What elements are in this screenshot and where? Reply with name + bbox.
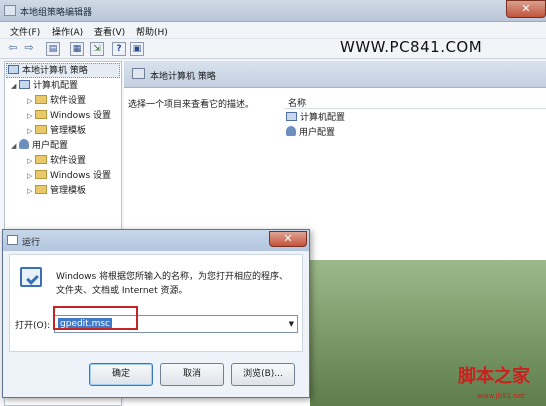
show-tree-icon[interactable]: ▤	[46, 42, 60, 56]
policy-icon	[132, 68, 145, 79]
tree-item-software[interactable]: ▷ 软件设置	[27, 154, 86, 168]
browse-button[interactable]: 浏览(B)...	[231, 363, 295, 386]
menu-action[interactable]: 操作(A)	[52, 25, 83, 38]
folder-icon	[35, 170, 47, 179]
tree-computer-config[interactable]: ◢ 计算机配置	[11, 79, 78, 93]
ok-button[interactable]: 确定	[89, 363, 153, 386]
view-icon[interactable]: ▣	[130, 42, 144, 56]
collapse-icon[interactable]: ◢	[11, 139, 19, 153]
tree-root-label: 本地计算机 策略	[22, 66, 88, 76]
tree-item-templates[interactable]: ▷ 管理模板	[27, 124, 86, 138]
menu-file[interactable]: 文件(F)	[10, 25, 40, 38]
menu-help[interactable]: 帮助(H)	[136, 25, 168, 38]
right-pane-title: 本地计算机 策略	[150, 72, 216, 82]
tree-label: 软件设置	[50, 96, 87, 106]
run-content: Windows 将根据您所输入的名称，为您打开相应的程序、文件夹、文档或 Int…	[9, 254, 303, 352]
forward-arrow-icon[interactable]: ⇨	[22, 42, 36, 56]
expand-icon[interactable]: ▷	[27, 154, 35, 168]
column-header[interactable]: 名称	[284, 94, 546, 109]
app-icon	[4, 5, 16, 16]
menu-view[interactable]: 查看(V)	[94, 25, 125, 38]
run-dialog: 运行 ✕ Windows 将根据您所输入的名称，为您打开相应的程序、文件夹、文档…	[2, 229, 310, 398]
folder-icon	[35, 110, 47, 119]
folder-icon	[35, 95, 47, 104]
computer-icon	[8, 65, 19, 74]
folder-icon	[35, 155, 47, 164]
run-program-icon	[20, 267, 42, 287]
expand-icon[interactable]: ▷	[27, 124, 35, 138]
dropdown-arrow-icon[interactable]: ▼	[289, 320, 294, 328]
right-pane-header: 本地计算机 策略	[124, 61, 546, 88]
list-item[interactable]: 用户配置	[286, 126, 335, 140]
menu-bar: 文件(F) 操作(A) 查看(V) 帮助(H)	[0, 22, 546, 39]
tree-user-config[interactable]: ◢ 用户配置	[11, 139, 68, 153]
user-icon	[19, 139, 29, 149]
site-logo-url: www.jb51.net	[477, 392, 525, 400]
help-icon[interactable]: ?	[112, 42, 126, 56]
title-bar: 本地组策略编辑器 ✕	[0, 0, 546, 22]
tree-item-templates[interactable]: ▷ 管理模板	[27, 184, 86, 198]
close-button[interactable]: ✕	[506, 0, 546, 18]
window-title: 本地组策略编辑器	[20, 8, 93, 18]
tree-item-windows[interactable]: ▷ Windows 设置	[27, 169, 111, 183]
description-hint: 选择一个项目来查看它的描述。	[128, 100, 255, 110]
user-icon	[286, 126, 296, 136]
highlight-box	[53, 306, 138, 330]
tree-label: 用户配置	[32, 141, 69, 151]
expand-icon[interactable]: ▷	[27, 109, 35, 123]
computer-icon	[19, 80, 30, 89]
run-close-button[interactable]: ✕	[269, 231, 307, 247]
tree-item-windows[interactable]: ▷ Windows 设置	[27, 109, 111, 123]
watermark-text: WWW.PC841.COM	[340, 38, 483, 56]
tree-item-software[interactable]: ▷ 软件设置	[27, 94, 86, 108]
tree-label: Windows 设置	[50, 111, 112, 121]
cancel-button[interactable]: 取消	[160, 363, 224, 386]
site-logo: 脚本之家	[458, 366, 530, 387]
expand-icon[interactable]: ▷	[27, 169, 35, 183]
tree-label: 计算机配置	[33, 81, 79, 91]
run-title: 运行	[22, 238, 41, 248]
expand-icon[interactable]: ▷	[27, 94, 35, 108]
expand-icon[interactable]: ▷	[27, 184, 35, 198]
folder-icon	[35, 125, 47, 134]
list-item-label: 用户配置	[299, 128, 336, 138]
back-arrow-icon[interactable]: ⇦	[6, 42, 20, 56]
computer-icon	[286, 112, 297, 121]
column-name: 名称	[288, 99, 307, 109]
tree-label: 管理模板	[50, 126, 87, 136]
export-icon[interactable]: ⇲	[90, 42, 104, 56]
list-item-label: 计算机配置	[300, 113, 346, 123]
tree-label: 软件设置	[50, 156, 87, 166]
tree-label: 管理模板	[50, 186, 87, 196]
tree-root[interactable]: 本地计算机 策略	[8, 64, 88, 78]
folder-icon	[35, 185, 47, 194]
tree-label: Windows 设置	[50, 171, 112, 181]
list-item[interactable]: 计算机配置	[286, 111, 345, 125]
open-label: 打开(O):	[15, 321, 51, 331]
run-app-icon	[7, 235, 18, 245]
properties-icon[interactable]: ▦	[70, 42, 84, 56]
run-description: Windows 将根据您所输入的名称，为您打开相应的程序、文件夹、文档或 Int…	[56, 272, 289, 296]
run-title-bar: 运行 ✕	[3, 230, 309, 251]
collapse-icon[interactable]: ◢	[11, 79, 19, 93]
